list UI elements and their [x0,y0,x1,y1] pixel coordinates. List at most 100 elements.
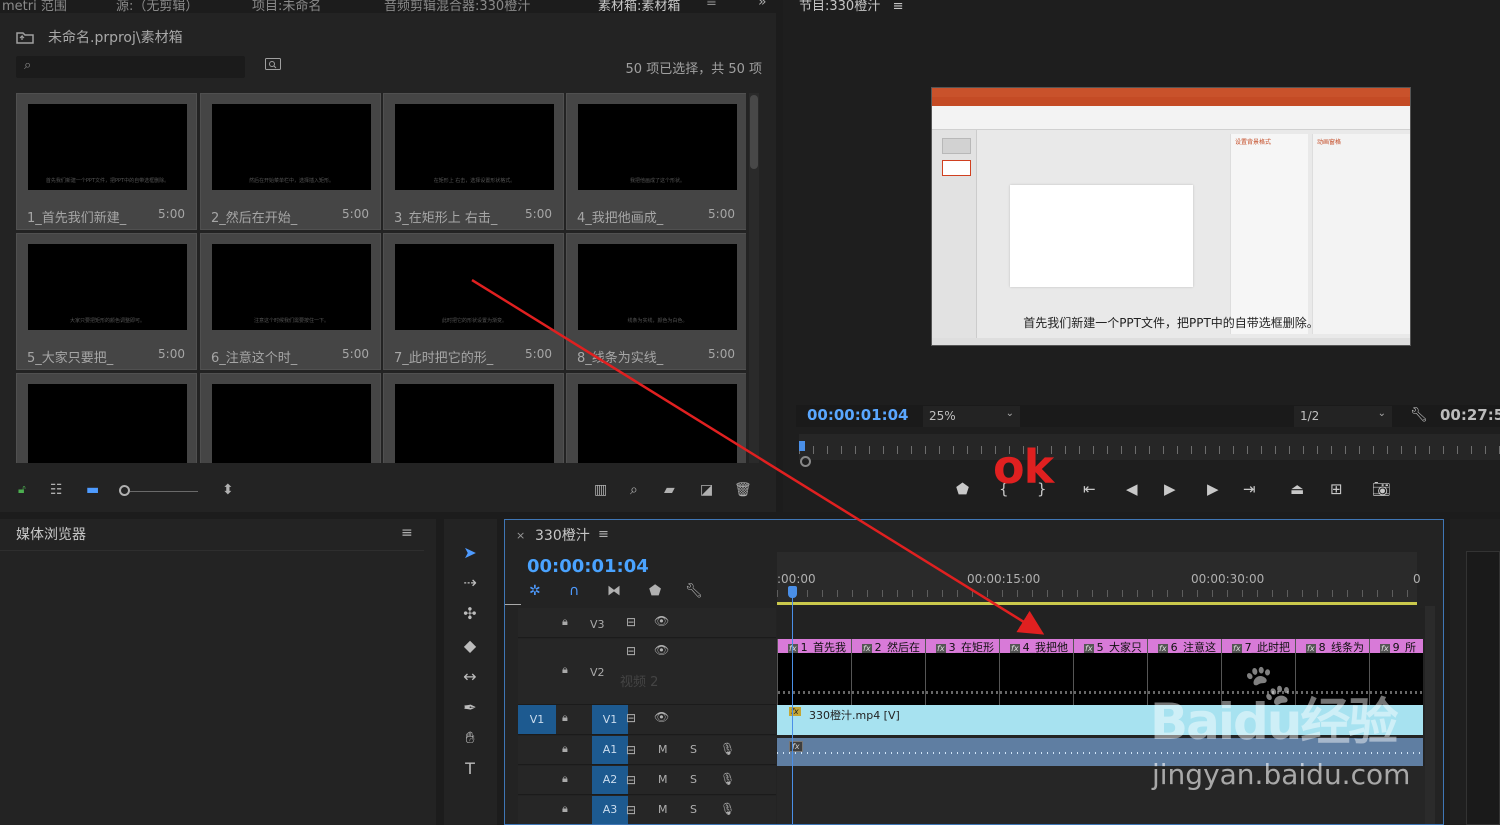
step-back-icon[interactable]: ◀︎ [1126,480,1138,498]
timeline-clip[interactable]: fx 9_所 [1369,639,1423,705]
track-target-a3[interactable]: A3 [592,796,628,824]
new-item-icon[interactable]: ◪ [700,482,713,498]
lock-icon[interactable]: 🔒︎ [562,802,568,816]
lock-icon[interactable]: 🔓︎ [18,482,26,497]
add-marker-icon[interactable]: ⬟ [956,480,969,498]
bin-item[interactable]: 在矩形上 右击，选择设置形状格式。 3_在矩形上 右击_ 5:00 [383,93,564,230]
sync-lock-icon[interactable]: ⊟ [626,773,636,787]
track-lane-a2-a3[interactable] [777,766,1425,824]
track-target-a2[interactable]: A2 [592,766,628,794]
play-icon[interactable]: ▶︎ [1164,480,1176,498]
timeline-clip[interactable]: fx 7_此时把 [1221,639,1295,705]
zoom-slider-knob[interactable] [119,485,130,496]
sort-icon[interactable]: ⬍ [222,482,234,498]
go-to-out-icon[interactable]: ⇥ [1243,480,1256,498]
export-frame-camera-icon[interactable]: 📷︎ [1372,480,1391,498]
sync-lock-icon[interactable]: ⊟ [626,644,636,658]
solo-button[interactable]: S [690,773,697,786]
panel-menu-icon[interactable]: ≡ [706,0,717,10]
new-bin-icon[interactable]: ▰ [664,482,675,498]
step-forward-icon[interactable]: ▶︎ [1207,480,1219,498]
bin-item[interactable]: 然后在开始菜单栏中，选择插入矩形。 2_然后在开始_ 5:00 [200,93,381,230]
tab-project[interactable]: 项目:未命名 [252,0,321,13]
zoom-slider[interactable] [130,491,198,492]
microphone-icon[interactable]: 🎙︎ [720,772,735,786]
timeline-clip[interactable]: fx 6_注意这 [1147,639,1221,705]
icon-view-icon[interactable]: ▬ [86,482,99,498]
panel-menu-icon[interactable]: ≡ [893,0,904,14]
mute-button[interactable]: M [658,803,668,816]
add-marker-icon[interactable]: ⬟ [649,583,661,599]
lock-icon[interactable]: 🔒︎ [562,663,568,677]
program-playhead[interactable] [799,441,805,451]
lock-icon[interactable]: 🔒︎ [562,742,568,756]
track-target-a1[interactable]: A1 [592,736,628,764]
type-tool-icon[interactable]: T [458,757,482,781]
hand-tool-icon[interactable]: ✋︎ [458,726,482,750]
mute-button[interactable]: M [658,743,668,756]
nest-icon[interactable]: ✲ [529,583,541,599]
microphone-icon[interactable]: 🎙︎ [720,802,735,816]
work-area-bar[interactable] [777,602,1417,605]
program-video-frame[interactable]: 设置背景格式 动画窗格 首先我们新建一个PPT文件，把PPT中的自带选框删除。 [931,87,1411,346]
zoom-dropdown[interactable]: 25% ⌄ [923,406,1020,427]
bin-item[interactable] [200,373,381,463]
bin-scrollbar[interactable] [749,93,759,463]
tab-audio-clip-mixer[interactable]: 音频剪辑混合器:330橙汁 [384,0,530,13]
source-patch-v1[interactable]: V1 [518,705,556,734]
track-target-v1[interactable]: V1 [592,705,628,734]
bin-item[interactable]: 线条为实线，颜色为白色。 8_线条为实线_ 5:00 [566,233,746,370]
program-timecode[interactable]: 00:00:01:04 [807,406,909,424]
tab-source[interactable]: 源:（无剪辑） [116,0,198,13]
bin-item[interactable]: 大家只要把矩形的颜色调整即可。 5_大家只要把_ 5:00 [16,233,197,370]
program-time-ruler[interactable] [799,434,1500,460]
close-icon[interactable]: × [516,529,525,542]
bin-item[interactable]: 我把他画成了这个形状。 4_我把他画成_ 5:00 [566,93,746,230]
extract-icon[interactable]: ⊞ [1330,480,1343,498]
sync-lock-icon[interactable]: ⊟ [626,803,636,817]
sync-lock-icon[interactable]: ⊟ [626,615,636,629]
list-view-icon[interactable]: ☷ [50,482,63,498]
go-to-in-icon[interactable]: ⇤ [1083,480,1096,498]
solo-button[interactable]: S [690,803,697,816]
zoom-handle[interactable] [800,456,811,467]
bin-item[interactable]: 此时把它的形状设置为渐变。 7_此时把它的形_ 5:00 [383,233,564,370]
lock-icon[interactable]: 🔒︎ [562,711,568,725]
panel-menu-icon[interactable]: ≡ [401,525,413,541]
track-lane-v3[interactable] [777,608,1425,638]
timeline-playhead[interactable] [788,586,797,598]
sync-lock-icon[interactable]: ⊟ [626,743,636,757]
find-icon[interactable]: ⌕ [630,482,638,498]
lock-icon[interactable]: 🔒︎ [562,615,568,629]
wrench-icon[interactable]: 🔧︎ [1410,407,1428,423]
snap-magnet-icon[interactable]: ∩ [569,583,579,599]
razor-tool-icon[interactable]: ◆ [458,634,482,658]
timeline-clip[interactable]: fx 2_然后在 [851,639,925,705]
automate-to-sequence-icon[interactable]: ▥ [594,482,607,498]
ripple-edit-tool-icon[interactable]: ✣ [458,602,482,626]
timeline-vertical-scrollbar[interactable] [1425,606,1435,824]
timeline-clip[interactable]: fx 3_在矩形 [925,639,999,705]
timeline-clip[interactable]: fx1_首先我 [777,639,851,705]
track-select-tool-icon[interactable]: ⇢ [458,571,482,595]
slip-tool-icon[interactable]: ↔ [458,665,482,689]
lock-icon[interactable]: 🔒︎ [562,772,568,786]
bin-item[interactable] [16,373,197,463]
timeline-clip-a1[interactable]: fx [777,738,1423,766]
find-icon[interactable] [263,58,283,74]
timeline-clip[interactable]: fx 4_我把他 [999,639,1073,705]
bin-item[interactable] [383,373,564,463]
selection-tool-icon[interactable]: ➤ [458,541,482,565]
linked-selection-icon[interactable]: ⧓ [607,583,621,599]
eye-icon[interactable]: 👁︎ [654,710,669,724]
timeline-ruler[interactable]: :00:00 00:00:15:00 00:00:30:00 0 [777,552,1421,604]
tab-bin[interactable]: 素材箱:素材箱 [598,0,680,13]
timeline-clip[interactable]: fx 5_大家只 [1073,639,1147,705]
sync-lock-icon[interactable]: ⊟ [626,711,636,725]
more-tabs-icon[interactable]: » [758,0,767,10]
solo-button[interactable]: S [690,743,697,756]
panel-menu-icon[interactable]: ≡ [598,527,609,542]
bin-item[interactable]: 注意这个时候我们需要按住一下。 6_注意这个时_ 5:00 [200,233,381,370]
bin-item[interactable] [566,373,746,463]
bin-item[interactable]: 首先我们新建一个PPT文件，把PPT中的自带选框删除。 1_首先我们新建_ 5:… [16,93,197,230]
